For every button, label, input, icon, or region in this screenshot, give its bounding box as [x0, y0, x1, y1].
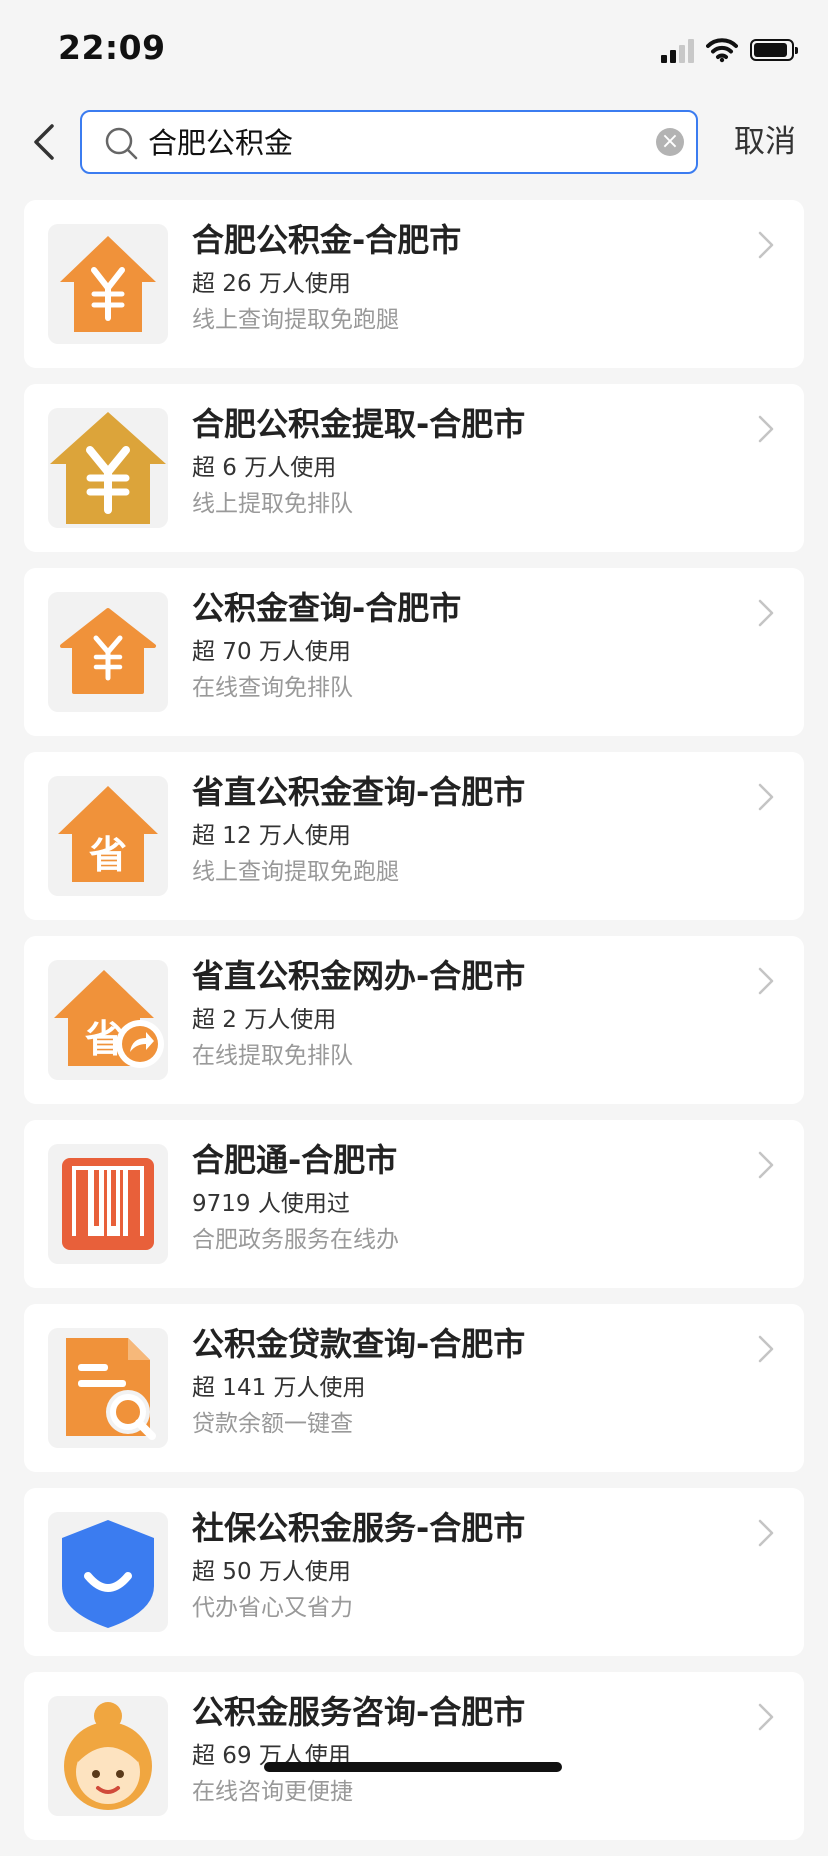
- status-icons: [661, 34, 798, 66]
- result-title: 公积金贷款查询-合肥市: [192, 1325, 526, 1363]
- search-input[interactable]: 合肥公积金 ×: [80, 110, 698, 174]
- result-title: 省直公积金网办-合肥市: [192, 957, 526, 995]
- wifi-icon: [706, 38, 738, 63]
- result-description: 线上提取免排队: [192, 491, 353, 517]
- result-usage: 超 141 万人使用: [192, 1375, 366, 1401]
- house-yen-icon: [48, 408, 168, 528]
- search-query: 合肥公积金: [148, 126, 294, 160]
- status-bar: 22:09: [0, 0, 828, 96]
- result-title: 社保公积金服务-合肥市: [192, 1509, 526, 1547]
- result-title: 省直公积金查询-合肥市: [192, 773, 526, 811]
- result-usage: 超 2 万人使用: [192, 1007, 337, 1033]
- cancel-button[interactable]: 取消: [734, 122, 796, 162]
- result-item[interactable]: 省 省直公积金网办-合肥市 超 2 万人使用 在线提取免排队: [24, 936, 804, 1104]
- hefeitong-logo-icon: [48, 1144, 168, 1264]
- house-glyph: 省: [89, 833, 127, 877]
- result-usage: 超 50 万人使用: [192, 1559, 351, 1585]
- result-item[interactable]: 省 省直公积金查询-合肥市 超 12 万人使用 线上查询提取免跑腿: [24, 752, 804, 920]
- result-description: 线上查询提取免跑腿: [192, 307, 399, 333]
- chevron-right-icon: [758, 967, 774, 995]
- result-description: 贷款余额一键查: [192, 1411, 353, 1437]
- chevron-right-icon: [758, 1151, 774, 1179]
- result-description: 在线提取免排队: [192, 1043, 353, 1069]
- chevron-right-icon: [758, 1519, 774, 1547]
- result-title: 合肥公积金-合肥市: [192, 221, 462, 259]
- result-item[interactable]: 公积金贷款查询-合肥市 超 141 万人使用 贷款余额一键查: [24, 1304, 804, 1472]
- house-sheng-icon: 省: [48, 776, 168, 896]
- home-indicator[interactable]: [264, 1762, 562, 1772]
- result-item[interactable]: 合肥公积金-合肥市 超 26 万人使用 线上查询提取免跑腿: [24, 200, 804, 368]
- result-title: 合肥公积金提取-合肥市: [192, 405, 526, 443]
- search-icon: [105, 127, 138, 160]
- chevron-right-icon: [758, 231, 774, 259]
- chevron-left-icon: [34, 124, 54, 160]
- result-usage: 超 26 万人使用: [192, 271, 351, 297]
- chevron-right-icon: [758, 415, 774, 443]
- clear-search-icon[interactable]: ×: [656, 128, 684, 156]
- shield-smile-icon: [48, 1512, 168, 1632]
- result-title: 公积金服务咨询-合肥市: [192, 1693, 526, 1731]
- search-bar: 合肥公积金 × 取消: [0, 110, 828, 174]
- status-time: 22:09: [58, 28, 166, 67]
- chevron-right-icon: [758, 599, 774, 627]
- result-description: 合肥政务服务在线办: [192, 1227, 399, 1253]
- result-title: 公积金查询-合肥市: [192, 589, 462, 627]
- result-usage: 超 70 万人使用: [192, 639, 351, 665]
- result-item[interactable]: 社保公积金服务-合肥市 超 50 万人使用 代办省心又省力: [24, 1488, 804, 1656]
- chevron-right-icon: [758, 783, 774, 811]
- result-title: 合肥通-合肥市: [192, 1141, 398, 1179]
- back-button[interactable]: [24, 122, 64, 162]
- service-agent-icon: [48, 1696, 168, 1816]
- battery-icon: [750, 39, 798, 61]
- house-sheng-share-icon: 省: [48, 960, 168, 1080]
- house-yen-icon: [48, 224, 168, 344]
- house-yen-icon: [48, 592, 168, 712]
- result-description: 线上查询提取免跑腿: [192, 859, 399, 885]
- result-item[interactable]: 合肥通-合肥市 9719 人使用过 合肥政务服务在线办: [24, 1120, 804, 1288]
- cellular-signal-icon: [661, 37, 694, 63]
- result-description: 在线查询免排队: [192, 675, 353, 701]
- document-search-icon: [48, 1328, 168, 1448]
- result-description: 代办省心又省力: [192, 1595, 353, 1621]
- result-list: 合肥公积金-合肥市 超 26 万人使用 线上查询提取免跑腿 合肥公积金提取-合肥…: [24, 200, 804, 1856]
- result-usage: 超 6 万人使用: [192, 455, 337, 481]
- result-description: 在线咨询更便捷: [192, 1779, 353, 1805]
- chevron-right-icon: [758, 1703, 774, 1731]
- result-item[interactable]: 公积金查询-合肥市 超 70 万人使用 在线查询免排队: [24, 568, 804, 736]
- result-usage: 超 12 万人使用: [192, 823, 351, 849]
- chevron-right-icon: [758, 1335, 774, 1363]
- result-item[interactable]: 公积金服务咨询-合肥市 超 69 万人使用 在线咨询更便捷: [24, 1672, 804, 1840]
- result-usage: 9719 人使用过: [192, 1191, 350, 1217]
- result-item[interactable]: 合肥公积金提取-合肥市 超 6 万人使用 线上提取免排队: [24, 384, 804, 552]
